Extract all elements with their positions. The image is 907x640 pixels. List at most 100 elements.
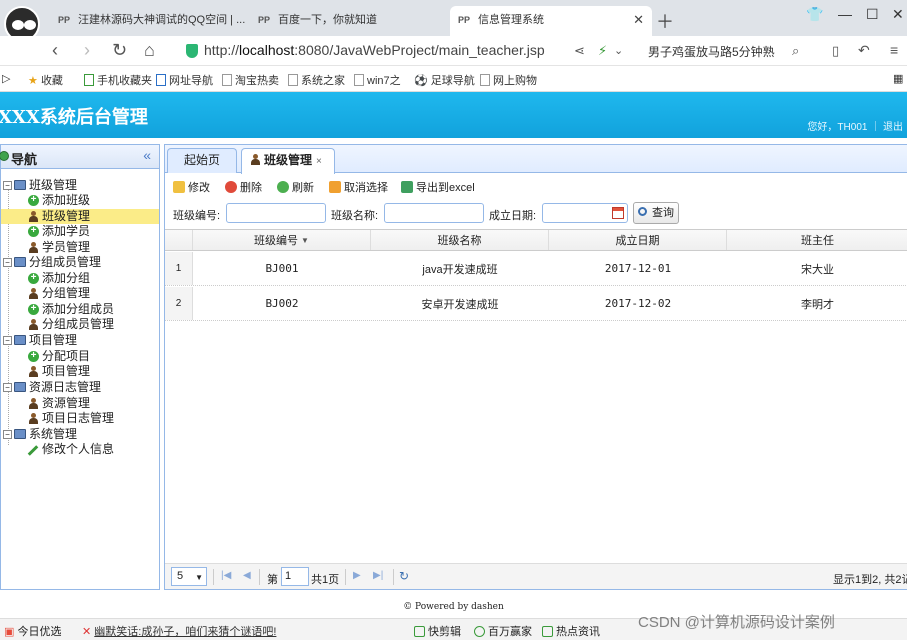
bookmark-mobile[interactable]: 手机收藏夹 <box>84 72 152 88</box>
browser-tab-active[interactable]: PP 信息管理系统 ✕ <box>450 6 652 36</box>
tab-close-icon[interactable]: ✕ <box>633 6 644 34</box>
app-title: XXX系统后台管理 <box>0 107 148 128</box>
refresh-icon <box>277 181 289 193</box>
column-header-teacher[interactable]: 班主任 <box>727 230 907 250</box>
last-page-icon[interactable]: ▶| <box>373 570 383 581</box>
class-name-input[interactable] <box>384 203 484 223</box>
grid-header: 班级编号 ▼ 班级名称 成立日期 班主任 <box>165 229 907 251</box>
search-suggestion[interactable]: 男子鸡蛋放马路5分钟熟 <box>648 43 775 60</box>
maximize-icon[interactable]: ☐ <box>866 6 879 23</box>
tab-home[interactable]: 起始页 <box>167 148 237 173</box>
bookmark-win7[interactable]: win7之 <box>354 72 401 88</box>
globe-icon <box>0 151 9 161</box>
computer-icon <box>14 257 26 267</box>
tree-group-team[interactable]: − 分组成员管理 <box>1 255 159 270</box>
bookmark-nav[interactable]: 网址导航 <box>156 72 213 88</box>
page-size-select[interactable]: 5 ▼ <box>171 567 207 586</box>
bookmark-taobao[interactable]: 淘宝热卖 <box>222 72 279 88</box>
bookmark-football[interactable]: ⚽ 足球导航 <box>414 72 475 88</box>
add-icon: + <box>28 226 39 237</box>
column-header-class-no[interactable]: 班级编号 ▼ <box>193 230 371 250</box>
edit-button[interactable]: 修改 <box>173 179 210 195</box>
bookmark-shopping[interactable]: 网上购物 <box>480 72 537 88</box>
collapse-icon[interactable]: « <box>143 147 151 163</box>
status-millionaire[interactable]: 百万赢家 <box>474 623 532 639</box>
window-close-icon[interactable]: ✕ <box>892 6 904 23</box>
date-input[interactable] <box>542 203 628 223</box>
reload-icon[interactable]: ↻ <box>112 40 127 61</box>
calendar-icon[interactable] <box>612 207 624 219</box>
status-today[interactable]: ▣ 今日优选 <box>4 623 61 639</box>
export-excel-button[interactable]: 导出到excel <box>401 179 475 195</box>
tree-group-class[interactable]: − 班级管理 <box>1 178 159 193</box>
search-bar: 班级编号: 班级名称: 成立日期: 查询 <box>165 199 907 227</box>
menu-icon[interactable]: ≡ <box>890 42 898 58</box>
tree-item-add-team[interactable]: + 添加分组 <box>1 271 159 286</box>
query-button[interactable]: 查询 <box>633 202 679 224</box>
url-input[interactable]: http://localhost:8080/JavaWebProject/mai… <box>178 39 638 63</box>
forward-icon[interactable]: › <box>84 40 90 61</box>
bookmarks-toggle-icon[interactable]: ▷ <box>2 72 10 85</box>
total-pages: 共1页 <box>311 574 340 586</box>
tree-group-system[interactable]: − 系统管理 <box>1 427 159 442</box>
apps-icon[interactable]: ▦ <box>893 72 903 85</box>
tree-item-project-manage[interactable]: 项目管理 <box>1 364 159 379</box>
secure-shield-icon <box>186 44 198 58</box>
table-row[interactable]: 2 BJ002 安卓开发速成班 2017-12-02 李明才 <box>165 287 907 321</box>
status-quickclip[interactable]: 快剪辑 <box>414 623 461 639</box>
status-hotnews[interactable]: 热点资讯 <box>542 623 600 639</box>
browser-tab-qq[interactable]: PP 汪建林源码大神调试的QQ空间 | ... <box>50 6 250 36</box>
sidebar-title: 导航 <box>11 152 38 167</box>
user-info[interactable]: 您好，TH001 ｜ 退出 <box>807 118 903 133</box>
first-page-icon[interactable]: |◀ <box>221 570 231 581</box>
cancel-select-button[interactable]: 取消选择 <box>329 179 388 195</box>
new-tab-icon[interactable]: ＋ <box>656 8 674 34</box>
tab-class-manage[interactable]: 班级管理 × <box>241 148 335 174</box>
tree-item-add-member[interactable]: + 添加分组成员 <box>1 302 159 317</box>
delete-button[interactable]: 删除 <box>225 179 262 195</box>
column-header-class-name[interactable]: 班级名称 <box>371 230 549 250</box>
browser-tab-baidu[interactable]: PP 百度一下，你就知道 <box>250 6 448 36</box>
back-icon[interactable]: ‹ <box>52 40 58 61</box>
tree-item-member-manage[interactable]: 分组成员管理 <box>1 317 159 332</box>
refresh-icon[interactable]: ↻ <box>399 569 409 583</box>
bookmark-favorites[interactable]: ★ 收藏 <box>28 72 63 88</box>
pager-summary: 显示1到2, 共2记录 <box>833 574 907 586</box>
tree-item-resource-manage[interactable]: 资源管理 <box>1 396 159 411</box>
minimize-icon[interactable]: — <box>838 6 852 22</box>
search-icon[interactable]: ⌕ <box>792 43 799 59</box>
speed-icon[interactable]: ⚡ <box>598 43 607 59</box>
home-icon[interactable]: ⌂ <box>144 40 155 61</box>
column-header-date[interactable]: 成立日期 <box>549 230 727 250</box>
tree-item-add-class[interactable]: + 添加班级 <box>1 193 159 208</box>
status-news[interactable]: ✕ 幽默笑话:成孙子，咱们来猜个谜语吧! <box>82 623 276 639</box>
skin-icon[interactable]: 👕 <box>806 6 823 23</box>
sort-desc-icon: ▼ <box>301 235 309 245</box>
prev-page-icon[interactable]: ◀ <box>243 570 251 581</box>
tree-item-log-manage[interactable]: 项目日志管理 <box>1 411 159 426</box>
next-page-icon[interactable]: ▶ <box>353 570 361 581</box>
tree-item-assign-project[interactable]: + 分配项目 <box>1 349 159 364</box>
tree-item-edit-profile[interactable]: 修改个人信息 <box>1 442 159 457</box>
dropdown-icon[interactable]: ⌄ <box>614 44 623 57</box>
tree-group-project[interactable]: − 项目管理 <box>1 333 159 348</box>
undo-icon <box>329 181 341 193</box>
tree-item-class-manage[interactable]: 班级管理 <box>1 209 159 224</box>
tree-item-student-manage[interactable]: 学员管理 <box>1 240 159 255</box>
search-icon <box>638 207 647 216</box>
share-icon[interactable]: ⋖ <box>574 43 585 59</box>
tab-close-icon[interactable]: × <box>316 156 322 167</box>
tree-item-add-student[interactable]: + 添加学员 <box>1 224 159 239</box>
tree-item-team-manage[interactable]: 分组管理 <box>1 286 159 301</box>
sidebar: 导航 « − 班级管理 + 添加班级 班级管理 + 添加学员 学员管理 − 分组成员管理… <box>0 144 160 590</box>
app-header: XXX系统后台管理 您好，TH001 ｜ 退出 <box>0 92 907 138</box>
class-no-input[interactable] <box>226 203 326 223</box>
bookmark-xitong[interactable]: 系统之家 <box>288 72 345 88</box>
tab-favicon-icon: PP <box>258 15 271 25</box>
page-number-input[interactable]: 1 <box>281 567 309 586</box>
undo-icon[interactable]: ↶ <box>858 42 870 59</box>
phone-icon[interactable]: ▯ <box>832 43 839 59</box>
table-row[interactable]: 1 BJ001 java开发速成班 2017-12-01 宋大业 <box>165 252 907 286</box>
refresh-button[interactable]: 刷新 <box>277 179 314 195</box>
tree-group-resource[interactable]: − 资源日志管理 <box>1 380 159 395</box>
